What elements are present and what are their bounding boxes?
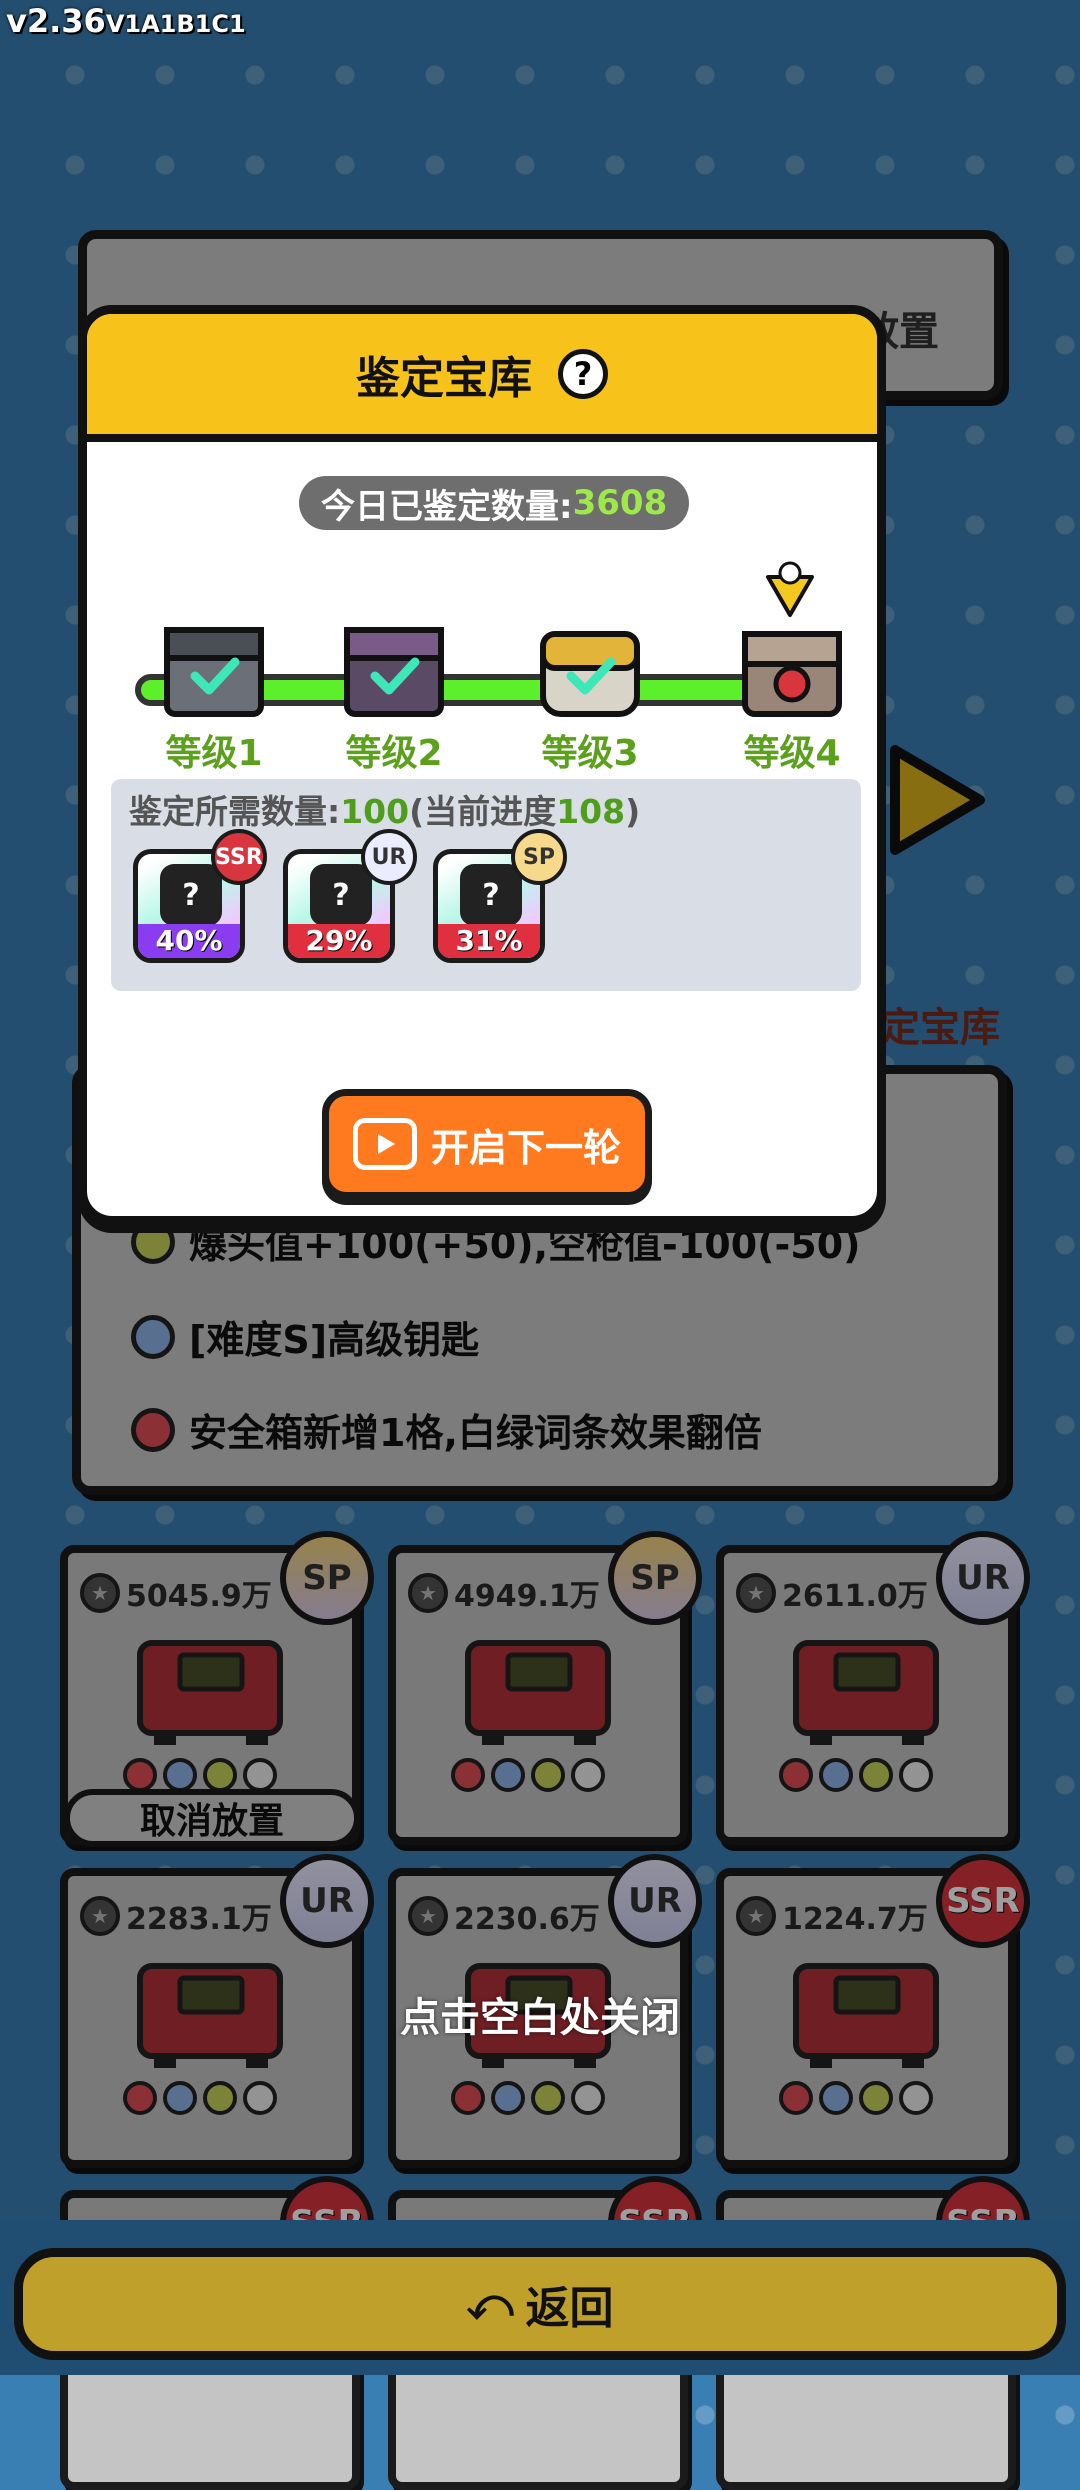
daily-count-pill: 今日已鉴定数量: 3608: [299, 476, 690, 530]
rarity-tag: SP: [511, 829, 567, 885]
return-icon: ⤺: [466, 2278, 514, 2330]
probability-percent: 29%: [288, 924, 390, 958]
level-4-chest-icon[interactable]: [737, 624, 847, 720]
progress-close: ): [625, 792, 641, 831]
appraisal-vault-modal: 鉴定宝库 ? 今日已鉴定数量: 3608 等级1 等级2 等级3 等级4 鉴定所需…: [78, 305, 886, 1225]
requirement-box: 鉴定所需数量:100(当前进度108) ? 40% SSR ? 29% UR ?…: [111, 779, 861, 991]
version-number: v2.36: [6, 2, 106, 40]
probability-percent: 40%: [138, 924, 240, 958]
mystery-item-icon: ?: [160, 864, 222, 926]
mystery-item-icon: ?: [310, 864, 372, 926]
back-button[interactable]: ⤺ 返回: [14, 2248, 1066, 2360]
rarity-tag: SSR: [211, 829, 267, 885]
probability-percent: 31%: [438, 924, 540, 958]
modal-header: 鉴定宝库 ?: [87, 314, 877, 442]
requirement-value: 100: [340, 792, 410, 831]
requirement-text: 鉴定所需数量:100(当前进度108): [129, 785, 640, 833]
level-3-chest-icon[interactable]: [535, 624, 645, 720]
version-suffix: V1A1B1C1: [105, 10, 246, 38]
daily-count-value: 3608: [572, 483, 668, 523]
tap-to-close-hint: 点击空白处关闭: [400, 1995, 680, 2041]
progress-label: (当前进度: [409, 792, 557, 831]
modal-title: 鉴定宝库: [356, 353, 532, 404]
back-label: 返回: [525, 2283, 614, 2334]
rarity-tag: UR: [361, 829, 417, 885]
level-2-chest-icon[interactable]: [339, 624, 449, 720]
level-label: 等级3: [541, 733, 639, 774]
daily-count-label: 今日已鉴定数量:: [321, 486, 573, 527]
level-1-chest-icon[interactable]: [159, 624, 269, 720]
video-play-icon: [352, 1118, 417, 1170]
help-icon[interactable]: ?: [558, 349, 608, 399]
progress-value: 108: [556, 792, 626, 831]
requirement-label: 鉴定所需数量:: [129, 792, 341, 831]
next-round-label: 开启下一轮: [430, 1125, 621, 1170]
level-label: 等级1: [165, 733, 263, 774]
current-level-marker-icon: [764, 559, 816, 629]
mystery-item-icon: ?: [460, 864, 522, 926]
level-label: 等级2: [345, 733, 443, 774]
start-next-round-button[interactable]: 开启下一轮: [322, 1089, 652, 1199]
level-label: 等级4: [743, 733, 841, 774]
version-label: v2.36V1A1B1C1: [6, 2, 246, 40]
